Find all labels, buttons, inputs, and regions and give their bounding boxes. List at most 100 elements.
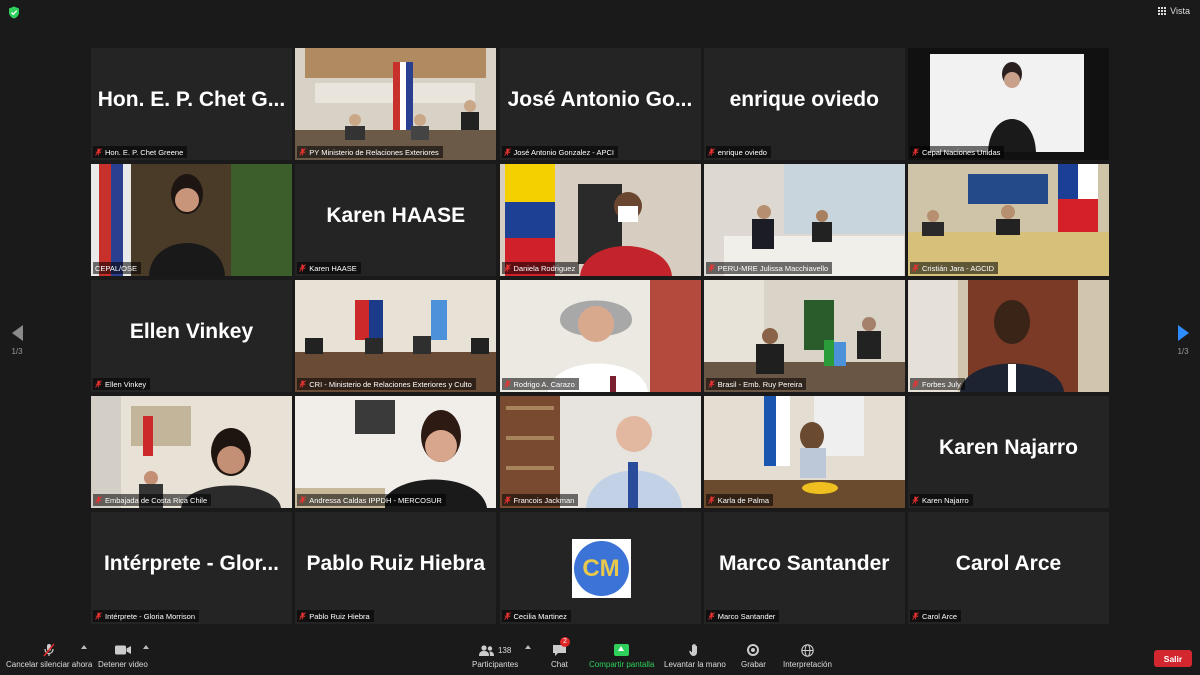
stop-video-button[interactable]: Detener video	[98, 643, 148, 669]
participant-video	[908, 280, 1109, 392]
participant-tile[interactable]: Karen Najarro Karen Najarro	[908, 396, 1109, 508]
next-page-button[interactable]: 1/3	[1173, 325, 1193, 356]
security-shield-icon[interactable]	[8, 6, 20, 19]
participant-tile[interactable]: Intérprete - Glor... Intérprete - Gloria …	[91, 512, 292, 624]
mic-muted-icon	[707, 496, 715, 504]
participant-name-tag: Intérprete - Gloria Morrison	[93, 610, 200, 622]
mic-muted-icon	[503, 380, 511, 388]
participant-name-label: Hon. E. P. Chet Greene	[105, 147, 184, 157]
participant-tile[interactable]: Andressa Caldas IPPDH - MERCOSUR	[295, 396, 497, 508]
participant-video	[703, 280, 905, 392]
participant-name-label: Pablo Ruiz Hiebra	[309, 611, 370, 621]
video-camera-icon	[114, 643, 131, 657]
participant-name-label: Cristián Jara - AGCID	[922, 263, 995, 273]
participant-name-label: CEPAL/OSE	[95, 263, 137, 273]
mic-muted-icon	[95, 612, 102, 620]
raise-hand-button[interactable]: Levantar la mano	[664, 643, 726, 669]
participant-tile[interactable]: CEPAL/OSE	[91, 164, 292, 276]
participant-name-tag: PERU-MRE Julissa Macchiavello	[705, 262, 833, 274]
mic-muted-icon	[912, 380, 919, 388]
participant-tile[interactable]: Cepal Naciones Unidas	[908, 48, 1109, 160]
mic-muted-icon	[707, 612, 715, 620]
participant-name-tag: José Antonio Gonzalez - APCI	[501, 146, 618, 158]
participant-name-tag: Cecilia Martinez	[501, 610, 571, 622]
participant-tile[interactable]: enrique oviedo enrique oviedo	[703, 48, 905, 160]
record-button[interactable]: Grabar	[741, 643, 766, 669]
participant-tile[interactable]: PERU-MRE Julissa Macchiavello	[703, 164, 905, 276]
meeting-toolbar: Cancelar silenciar ahora Detener video 1…	[0, 636, 1200, 675]
participant-display-name: Karen Najarro	[939, 436, 1078, 459]
mic-muted-icon	[43, 643, 55, 657]
participant-tile[interactable]: José Antonio Go... José Antonio Gonzalez …	[499, 48, 701, 160]
participant-video	[499, 396, 701, 508]
mic-muted-icon	[299, 148, 307, 156]
video-options-caret[interactable]	[143, 645, 149, 649]
participant-name-tag: Cristián Jara - AGCID	[910, 262, 999, 274]
arrow-left-icon	[11, 325, 23, 341]
chat-icon: 2	[552, 637, 570, 657]
mic-muted-icon	[299, 264, 307, 272]
participant-tile[interactable]: Daniela Rodriguez	[499, 164, 701, 276]
participant-tile[interactable]: CRI - Ministerio de Relaciones Exteriore…	[295, 280, 497, 392]
participant-display-name: Marco Santander	[719, 552, 890, 575]
profile-avatar: CM	[571, 539, 631, 598]
participant-name-label: Daniela Rodriguez	[513, 263, 576, 273]
participant-tile[interactable]: Francois Jackman	[499, 396, 701, 508]
participant-name-label: Rodrigo A. Carazo	[513, 379, 575, 389]
participant-tile[interactable]: CM Cecilia Martinez	[499, 512, 701, 624]
participant-tile[interactable]: Ellen Vinkey Ellen Vinkey	[91, 280, 292, 392]
audio-options-caret[interactable]	[81, 645, 87, 649]
participant-tile[interactable]: Forbes July	[908, 280, 1109, 392]
participant-name-tag: Brasil - Emb. Ruy Pereira	[705, 378, 807, 390]
unmute-button[interactable]: Cancelar silenciar ahora	[6, 643, 92, 669]
share-screen-label: Compartir pantalla	[589, 660, 655, 669]
participant-video	[499, 164, 701, 276]
stop-video-label: Detener video	[98, 660, 148, 669]
participant-tile[interactable]: Cristián Jara - AGCID	[908, 164, 1109, 276]
chat-button[interactable]: 2 Chat	[551, 637, 570, 669]
view-label: Vista	[1170, 6, 1190, 16]
participant-tile[interactable]: Brasil - Emb. Ruy Pereira	[703, 280, 905, 392]
participant-video	[91, 396, 292, 508]
page-indicator-left: 1/3	[11, 347, 23, 356]
mic-muted-icon	[503, 496, 511, 504]
interpretation-label: Interpretación	[783, 660, 832, 669]
participant-name-label: Intérprete - Gloria Morrison	[105, 611, 196, 621]
participants-label: Participantes	[472, 660, 519, 669]
participant-name-label: Ellen Vinkey	[105, 379, 147, 389]
participant-name-tag: Pablo Ruiz Hiebra	[297, 610, 374, 622]
record-icon	[747, 644, 760, 656]
participant-tile[interactable]: Hon. E. P. Chet G... Hon. E. P. Chet Gree…	[91, 48, 292, 160]
participant-tile[interactable]: Karla de Palma	[703, 396, 905, 508]
unmute-label: Cancelar silenciar ahora	[6, 660, 93, 669]
participant-name-label: PERU-MRE Julissa Macchiavello	[717, 263, 829, 273]
participant-tile[interactable]: Pablo Ruiz Hiebra Pablo Ruiz Hiebra	[295, 512, 497, 624]
participant-tile[interactable]: Embajada de Costa Rica Chile	[91, 396, 292, 508]
leave-meeting-button[interactable]: Salir	[1154, 650, 1192, 667]
participant-name-tag: Hon. E. P. Chet Greene	[93, 146, 188, 158]
participant-display-name: Ellen Vinkey	[129, 320, 254, 343]
participant-name-label: Francois Jackman	[513, 495, 575, 505]
participant-name-tag: Rodrigo A. Carazo	[501, 378, 579, 390]
previous-page-button[interactable]: 1/3	[7, 325, 27, 356]
participant-tile[interactable]: Carol Arce Carol Arce	[908, 512, 1109, 624]
share-screen-button[interactable]: Compartir pantalla	[589, 643, 654, 669]
mic-muted-icon	[707, 380, 715, 388]
interpretation-button[interactable]: Interpretación	[783, 643, 832, 669]
chat-unread-badge: 2	[559, 637, 570, 647]
record-label: Grabar	[741, 660, 766, 669]
participant-tile[interactable]: Rodrigo A. Carazo	[499, 280, 701, 392]
mic-muted-icon	[95, 496, 102, 504]
participant-tile[interactable]: PY Ministerio de Relaciones Exteriores	[295, 48, 497, 160]
participant-name-label: Cecilia Martinez	[513, 611, 567, 621]
mic-muted-icon	[299, 612, 307, 620]
participant-display-name: Pablo Ruiz Hiebra	[306, 552, 486, 575]
globe-icon	[801, 643, 814, 657]
participant-video	[295, 396, 497, 508]
participants-options-caret[interactable]	[525, 645, 531, 649]
participant-name-label: Cepal Naciones Unidas	[922, 147, 1001, 157]
participant-tile[interactable]: Karen HAASE Karen HAASE	[295, 164, 497, 276]
participants-button[interactable]: 138 Participantes	[472, 643, 518, 669]
participant-tile[interactable]: Marco Santander Marco Santander	[703, 512, 905, 624]
view-button[interactable]: Vista	[1158, 6, 1190, 16]
